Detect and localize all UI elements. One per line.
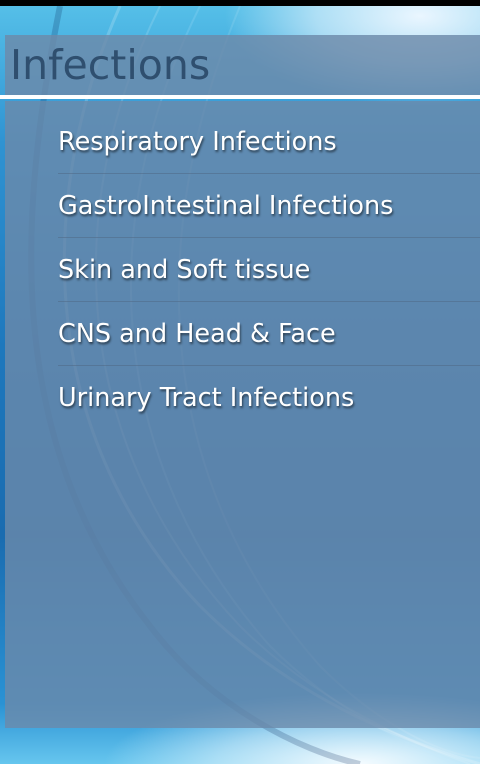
list-item-respiratory-infections[interactable]: Respiratory Infections [5,110,480,174]
infections-list-panel: Respiratory Infections GastroIntestinal … [5,101,480,728]
list-item-label: Skin and Soft tissue [58,255,311,285]
list-item-label: CNS and Head & Face [58,319,336,349]
page-title: Infections [10,41,211,89]
list-item-skin-and-soft-tissue[interactable]: Skin and Soft tissue [5,238,480,302]
list-item-label: Urinary Tract Infections [58,383,355,413]
list-item-urinary-tract-infections[interactable]: Urinary Tract Infections [5,366,480,430]
list-item-gastrointestinal-infections[interactable]: GastroIntestinal Infections [5,174,480,238]
list-item-label: GastroIntestinal Infections [58,191,394,221]
header-divider [0,95,480,99]
list-item-label: Respiratory Infections [58,127,337,157]
list-item-cns-and-head-face[interactable]: CNS and Head & Face [5,302,480,366]
title-bar: Infections [5,35,480,95]
